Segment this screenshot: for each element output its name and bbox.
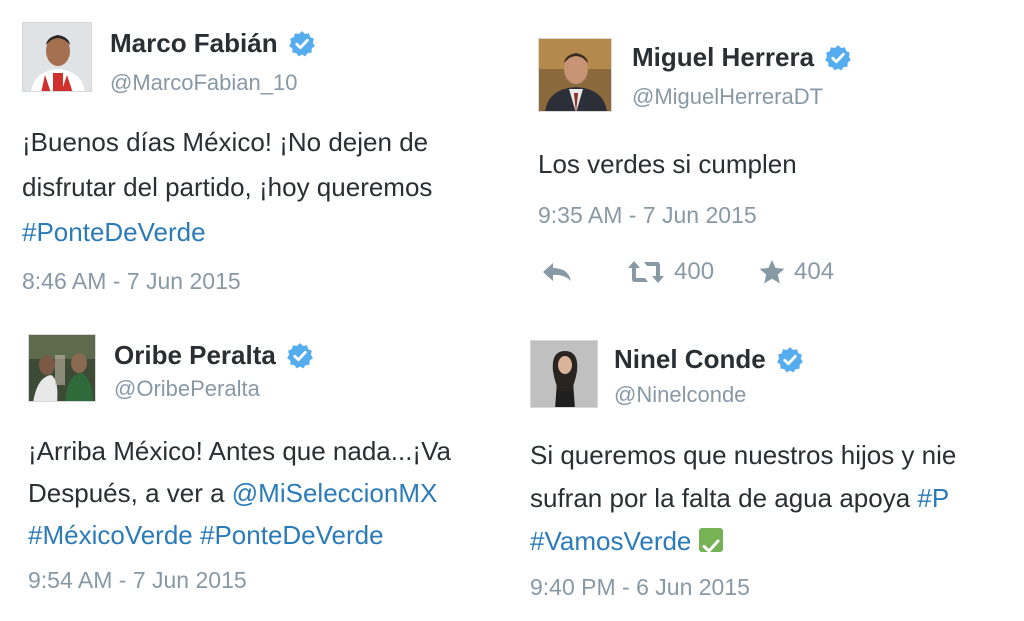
avatar-image — [531, 341, 597, 407]
hashtag-link[interactable]: #PonteDeVerde — [200, 520, 384, 550]
mention-link[interactable]: @MiSeleccionMX — [232, 478, 438, 508]
tweet-marco-fabian: Marco Fabián @MarcoFabian_10 ¡Buenos día… — [22, 22, 512, 312]
display-name-text: Marco Fabián — [110, 28, 278, 58]
tweet-text-line: sufran por la falta de agua apoya #P — [530, 477, 956, 520]
hashtag-link[interactable]: #VamosVerde — [530, 526, 691, 556]
star-icon — [759, 260, 785, 284]
verified-badge-icon — [776, 346, 803, 372]
timestamp[interactable]: 8:46 AM - 7 Jun 2015 — [22, 268, 241, 295]
display-name[interactable]: Ninel Conde — [614, 344, 804, 375]
display-name-text: Miguel Herrera — [632, 42, 815, 72]
avatar-image — [23, 23, 91, 91]
hashtag-link[interactable]: #PonteDeVerde — [22, 210, 432, 255]
tweet-text-line: disfrutar del partido, ¡hoy queremos — [22, 172, 433, 202]
avatar[interactable] — [22, 22, 92, 92]
tweet-oribe-peralta: Oribe Peralta @OribePeralta ¡Arriba Méxi… — [28, 334, 512, 604]
avatar-image — [29, 335, 95, 401]
user-handle[interactable]: @MarcoFabian_10 — [110, 70, 297, 96]
timestamp[interactable]: 9:35 AM - 7 Jun 2015 — [538, 202, 757, 229]
reply-icon — [543, 263, 571, 281]
check-mark-emoji-icon — [699, 528, 724, 553]
tweet-text-line: Si queremos que nuestros hijos y nie — [530, 440, 957, 470]
tweet-text: Los verdes si cumplen — [538, 142, 797, 187]
timestamp[interactable]: 9:40 PM - 6 Jun 2015 — [530, 574, 750, 601]
user-handle[interactable]: @OribePeralta — [114, 376, 260, 402]
verified-badge-icon — [825, 44, 851, 70]
display-name-text: Oribe Peralta — [114, 340, 276, 370]
retweet-count: 400 — [674, 258, 715, 285]
tweet-text: Si queremos que nuestros hijos y nie suf… — [530, 434, 956, 563]
user-handle[interactable]: @MiguelHerreraDT — [632, 84, 823, 110]
verified-badge-icon — [287, 342, 313, 368]
favorite-count: 404 — [794, 258, 835, 285]
avatar-image — [539, 39, 611, 111]
display-name[interactable]: Oribe Peralta — [114, 340, 314, 371]
avatar[interactable] — [28, 334, 96, 402]
timestamp[interactable]: 9:54 AM - 7 Jun 2015 — [28, 567, 247, 594]
avatar[interactable] — [530, 340, 598, 408]
tweet-text-line: Después, a ver a @MiSeleccionMX — [28, 472, 451, 514]
tweet-text-line: #VamosVerde — [530, 520, 956, 563]
verified-badge-icon — [288, 30, 315, 56]
retweet-button[interactable]: 400 — [626, 258, 714, 286]
tweet-text-line: #MéxicoVerde #PonteDeVerde — [28, 514, 451, 556]
display-name[interactable]: Marco Fabián — [110, 28, 316, 59]
display-name[interactable]: Miguel Herrera — [632, 42, 852, 73]
tweet-text: ¡Arriba México! Antes que nada...¡Va Des… — [28, 430, 451, 556]
tweet-ninel-conde: Ninel Conde @Ninelconde Si queremos que … — [530, 340, 1014, 610]
avatar[interactable] — [538, 38, 612, 112]
tweet-text-line: ¡Arriba México! Antes que nada...¡Va — [28, 436, 451, 466]
display-name-text: Ninel Conde — [614, 344, 766, 374]
hashtag-link[interactable]: #P — [917, 483, 949, 513]
tweet-miguel-herrera: Miguel Herrera @MiguelHerreraDT Los verd… — [538, 38, 1008, 308]
tweet-text-fragment: sufran por la falta de agua apoya — [530, 483, 918, 513]
check-mark-icon — [702, 539, 720, 553]
tweet-text: ¡Buenos días México! ¡No dejen de disfru… — [22, 120, 432, 255]
tweet-text-line: ¡Buenos días México! ¡No dejen de — [22, 127, 429, 157]
tweet-actions: 400 404 — [540, 258, 878, 286]
retweet-icon — [628, 261, 664, 283]
reply-button[interactable] — [540, 259, 574, 285]
tweet-text-line: Los verdes si cumplen — [538, 149, 797, 179]
favorite-button[interactable]: 404 — [758, 258, 834, 286]
user-handle[interactable]: @Ninelconde — [614, 382, 746, 408]
hashtag-link[interactable]: #MéxicoVerde — [28, 520, 193, 550]
tweet-text-fragment: Después, a ver a — [28, 478, 232, 508]
